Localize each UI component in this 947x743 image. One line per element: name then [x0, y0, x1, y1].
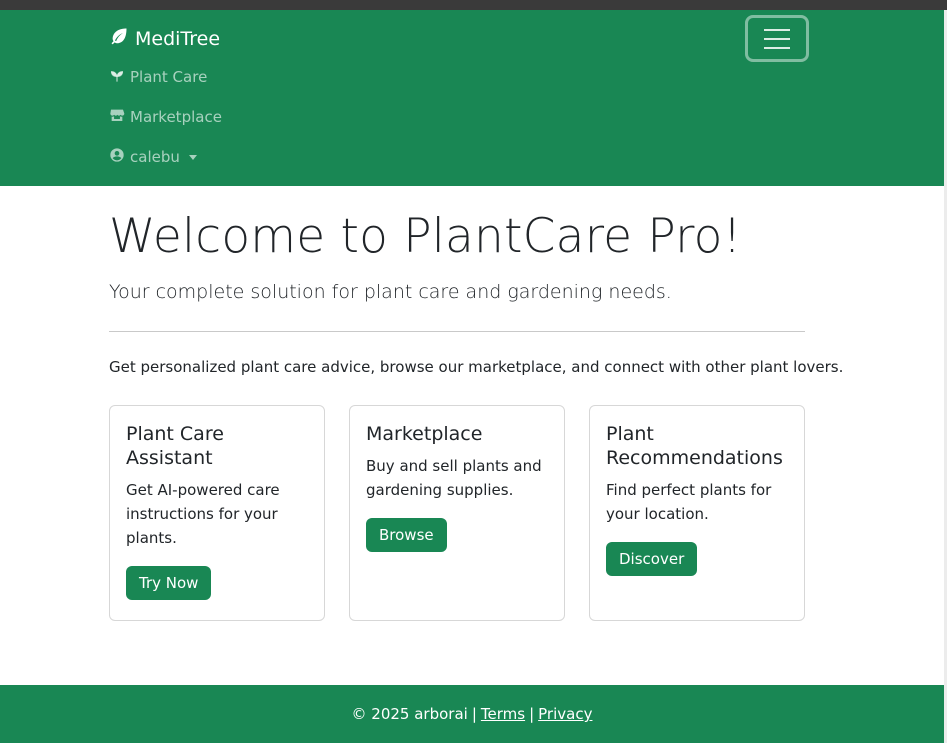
card-text: Get AI-powered care instructions for you…	[126, 481, 280, 547]
hamburger-menu-icon	[764, 28, 790, 31]
brand-name: MediTree	[135, 27, 221, 50]
card-plant-care-assistant: Plant Care Assistant Get AI-powered care…	[109, 405, 325, 621]
nav-item-label: Plant Care	[130, 68, 208, 86]
navbar: MediTree Plant Care Marketplace calebu	[0, 10, 944, 186]
hamburger-line	[764, 46, 790, 49]
nav-item-label: Marketplace	[130, 108, 222, 126]
nav-item-plant-care[interactable]: Plant Care	[109, 67, 207, 87]
leaf-icon	[109, 26, 129, 51]
card-title: Marketplace	[366, 423, 483, 445]
caret-down-icon	[188, 154, 197, 160]
page-title: Welcome to PlantCare Pro!	[109, 209, 742, 264]
card-text: Buy and sell plants and gardening suppli…	[366, 457, 542, 499]
divider	[109, 331, 805, 332]
navbar-toggler-button[interactable]	[745, 15, 809, 62]
browser-top-bar	[0, 0, 947, 10]
card-marketplace: Marketplace Buy and sell plants and gard…	[349, 405, 565, 621]
footer: © 2025 arborai | Terms | Privacy	[0, 685, 944, 743]
try-now-button[interactable]: Try Now	[126, 566, 212, 600]
card-text: Find perfect plants for your location.	[606, 481, 772, 523]
nav-item-label: calebu	[130, 148, 180, 166]
card-title: Plant Care Assistant	[126, 423, 224, 469]
user-circle-icon	[109, 147, 125, 167]
terms-link[interactable]: Terms	[481, 705, 525, 723]
footer-separator: |	[471, 705, 477, 723]
discover-button[interactable]: Discover	[606, 542, 698, 576]
brand-link[interactable]: MediTree	[109, 26, 220, 51]
hero-lead-text: Your complete solution for plant care an…	[109, 281, 672, 303]
intro-text: Get personalized plant care advice, brow…	[109, 358, 844, 376]
nav-item-user-dropdown[interactable]: calebu	[109, 147, 197, 167]
seedling-icon	[109, 67, 125, 87]
nav-item-marketplace[interactable]: Marketplace	[109, 107, 222, 127]
footer-separator: |	[529, 705, 535, 723]
privacy-link[interactable]: Privacy	[538, 705, 592, 723]
card-plant-recommendations: Plant Recommendations Find perfect plant…	[589, 405, 805, 621]
card-title: Plant Recommendations	[606, 423, 783, 469]
hamburger-line	[764, 37, 790, 40]
copyright-text: © 2025 arborai	[351, 705, 468, 723]
browse-button[interactable]: Browse	[366, 518, 447, 552]
store-icon	[109, 107, 125, 127]
